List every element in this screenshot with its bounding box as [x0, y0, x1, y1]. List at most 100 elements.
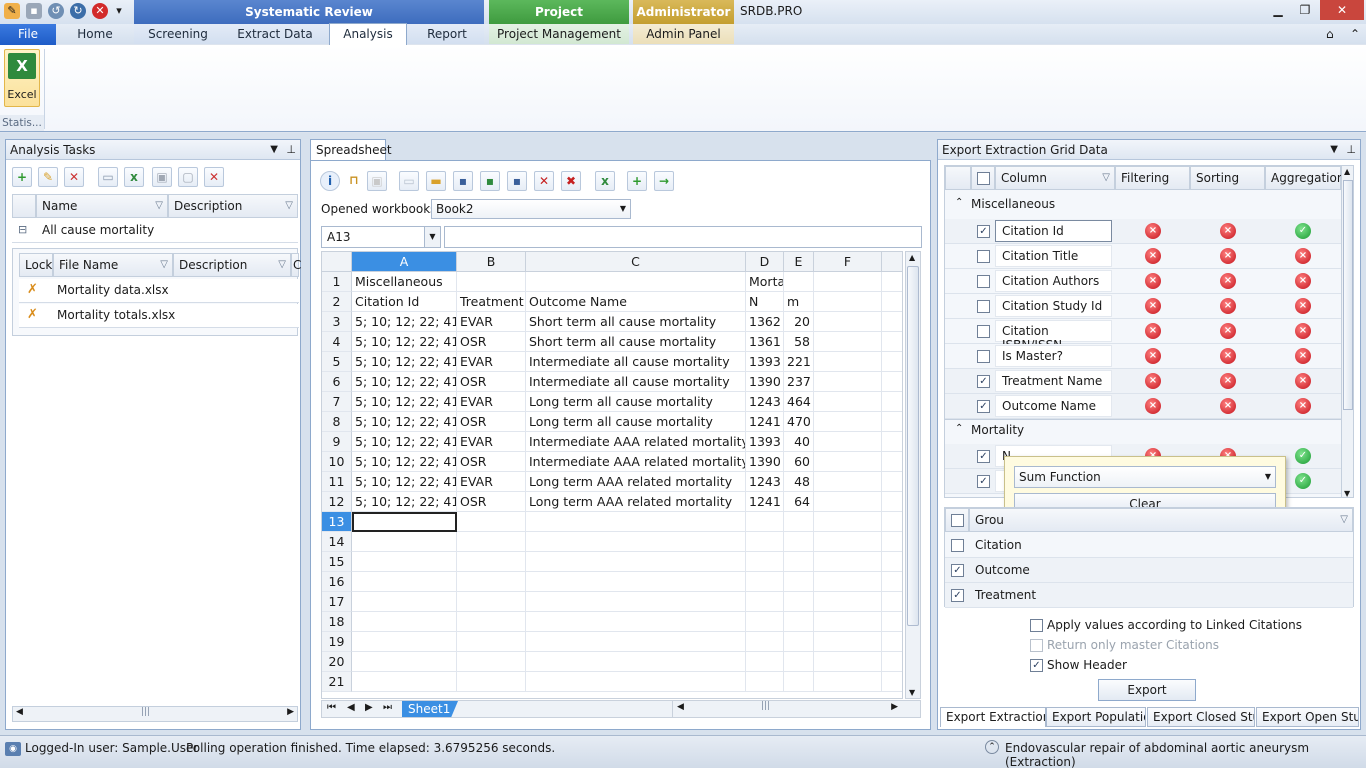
filter-icon[interactable]: ▽ — [278, 254, 286, 276]
grid-cell[interactable] — [814, 332, 882, 352]
grid-cell[interactable] — [746, 592, 784, 612]
grid-cell[interactable] — [882, 512, 902, 532]
grid-cell[interactable]: 5; 10; 12; 22; 41 — [352, 332, 457, 352]
grid-cell[interactable] — [526, 672, 746, 692]
grid-cell[interactable]: 48 — [784, 472, 814, 492]
grid-cell[interactable]: 1243 — [746, 392, 784, 412]
grid-cell[interactable] — [457, 552, 526, 572]
filter-status-icon[interactable]: × — [1145, 298, 1161, 314]
grid-cell[interactable]: Intermediate all cause mortality — [526, 372, 746, 392]
column-header[interactable]: C — [526, 252, 746, 272]
row-header[interactable]: 21 — [322, 672, 352, 692]
name-box[interactable]: A13 ▼ — [321, 226, 441, 248]
grid-cell[interactable] — [814, 432, 882, 452]
delete-task-icon[interactable]: ✕ — [64, 167, 84, 187]
export-column-row[interactable]: Citation Authors × × × — [945, 269, 1341, 294]
chevron-down-icon[interactable]: ▼ — [1265, 467, 1271, 487]
grid-cell[interactable] — [882, 472, 902, 492]
group-row-mortality[interactable]: ⌃ Mortality — [945, 419, 1341, 441]
row-header[interactable]: 19 — [322, 632, 352, 652]
tab-export-extraction[interactable]: Export Extraction C — [940, 707, 1046, 727]
grid-cell[interactable]: 5; 10; 12; 22; 41 — [352, 432, 457, 452]
grid-cell[interactable] — [814, 272, 882, 292]
scroll-up-icon[interactable]: ▲ — [1344, 167, 1350, 176]
close-button[interactable]: ✕ — [1320, 0, 1364, 20]
grid-cell[interactable] — [352, 572, 457, 592]
col-sorting[interactable]: Sorting — [1190, 166, 1265, 190]
filter-status-icon[interactable]: × — [1145, 348, 1161, 364]
file-col-lock[interactable]: Lock — [19, 253, 53, 277]
include-checkbox[interactable]: ✓ — [977, 400, 990, 413]
include-checkbox[interactable] — [977, 250, 990, 263]
filter-status-icon[interactable]: × — [1145, 373, 1161, 389]
export-column-row[interactable]: Citation Study Id × × × — [945, 294, 1341, 319]
grid-cell[interactable] — [352, 552, 457, 572]
export-column-row[interactable]: Citation ISBN/ISSN × × × — [945, 319, 1341, 352]
new-document-icon[interactable]: ▭ — [399, 171, 419, 191]
tab-admin-panel[interactable]: Admin Panel — [633, 24, 734, 44]
aggregation-status-icon[interactable]: × — [1295, 348, 1311, 364]
scroll-thumb[interactable] — [907, 266, 919, 626]
grid-cell[interactable] — [882, 332, 902, 352]
tab-export-open-studies[interactable]: Export Open Stud — [1256, 707, 1359, 727]
export-option[interactable]: ✓ Show Header — [1030, 657, 1350, 675]
grid-cell[interactable]: 5; 10; 12; 22; 41 — [352, 372, 457, 392]
grid-cell[interactable]: 5; 10; 12; 22; 41 — [352, 452, 457, 472]
expand-up-icon[interactable]: ⌃ — [985, 740, 999, 754]
include-checkbox[interactable] — [977, 300, 990, 313]
grouping-checkbox[interactable] — [951, 539, 964, 552]
row-header[interactable]: 2 — [322, 292, 352, 312]
scroll-right-icon[interactable]: ▶ — [891, 702, 898, 712]
grid-cell[interactable]: 1241 — [746, 492, 784, 512]
grouping-header[interactable]: Grou ▽ — [969, 508, 1353, 532]
grid-cell[interactable] — [784, 532, 814, 552]
grid-cell[interactable]: Intermediate AAA related mortality — [526, 432, 746, 452]
minimize-button[interactable]: ▁ — [1265, 0, 1291, 20]
filter-icon[interactable]: ▽ — [1340, 509, 1348, 531]
row-header[interactable]: 3 — [322, 312, 352, 332]
row-header[interactable]: 10 — [322, 452, 352, 472]
grid-cell[interactable] — [814, 532, 882, 552]
grid-cell[interactable]: OSR — [457, 332, 526, 352]
tab-spreadsheet[interactable]: Spreadsheet — [310, 139, 392, 161]
grid-cell[interactable] — [746, 572, 784, 592]
excel-file-icon[interactable]: x — [124, 167, 144, 187]
grid-cell[interactable] — [814, 292, 882, 312]
sort-status-icon[interactable]: × — [1220, 348, 1236, 364]
include-checkbox[interactable] — [977, 350, 990, 363]
grid-cell[interactable] — [882, 552, 902, 572]
export-option[interactable]: Apply values according to Linked Citatio… — [1030, 617, 1350, 635]
tab-file[interactable]: File — [0, 24, 56, 45]
export-column-row[interactable]: Citation Title × × × — [945, 244, 1341, 269]
option-checkbox[interactable] — [1030, 619, 1043, 632]
grid-cell[interactable] — [746, 632, 784, 652]
grid-cell[interactable]: Long term AAA related mortality — [526, 472, 746, 492]
grid-cell[interactable]: 464 — [784, 392, 814, 412]
grid-cell[interactable]: 1241 — [746, 412, 784, 432]
export-excel-icon[interactable]: x — [595, 171, 615, 191]
scroll-thumb[interactable]: ||| — [761, 701, 770, 711]
grid-cell[interactable] — [526, 592, 746, 612]
grouping-select-all-checkbox[interactable] — [951, 514, 964, 527]
grid-cell[interactable] — [814, 512, 882, 532]
next-sheet-icon[interactable]: ▶ — [365, 702, 373, 713]
scroll-thumb[interactable]: ||| — [141, 707, 150, 717]
grid-cell[interactable] — [814, 352, 882, 372]
filter-status-icon[interactable]: × — [1145, 223, 1161, 239]
grid-cell[interactable]: 1393 — [746, 352, 784, 372]
grid-cell[interactable]: m — [784, 292, 814, 312]
grid-cell[interactable] — [352, 672, 457, 692]
scroll-thumb[interactable] — [1343, 180, 1353, 410]
task-row[interactable]: ⊟ All cause mortality — [12, 219, 298, 243]
grouping-select-all-cell[interactable] — [945, 508, 969, 532]
horizontal-scrollbar[interactable]: ◀ ||| ▶ — [672, 701, 902, 717]
grid-cell[interactable] — [526, 572, 746, 592]
grid-cell[interactable] — [784, 632, 814, 652]
grid-cell[interactable]: 1393 — [746, 432, 784, 452]
grid-cell[interactable] — [814, 412, 882, 432]
sort-status-icon[interactable]: × — [1220, 298, 1236, 314]
col-aggregation[interactable]: Aggregation — [1265, 166, 1344, 190]
save-icon[interactable]: ▪ — [26, 3, 42, 19]
aggregation-function-select[interactable]: Sum Function ▼ — [1014, 466, 1276, 488]
include-checkbox[interactable]: ✓ — [977, 375, 990, 388]
